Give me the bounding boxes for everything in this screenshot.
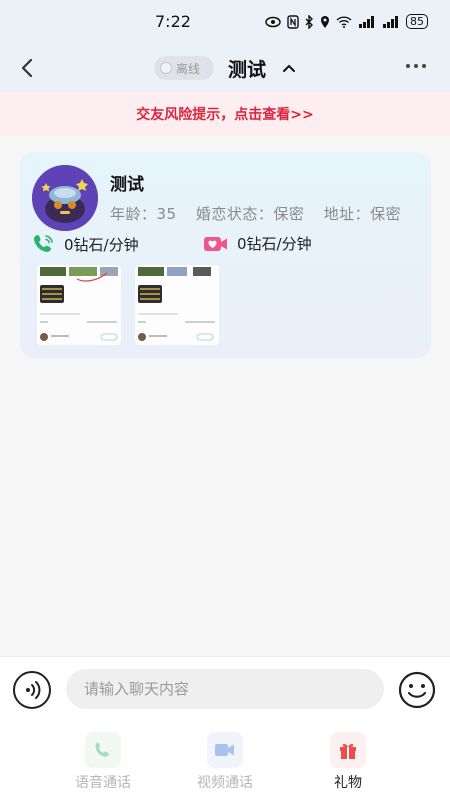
video-call-icon-box [207, 732, 243, 768]
location-icon [321, 15, 329, 28]
voice-call-label: 语音通话 [75, 775, 131, 791]
profile-card[interactable]: 测试 年龄：35 婚恋状态：保密 地址：保密 0钻石/分钟 0钻石/分钟 [20, 152, 431, 358]
eye-icon [265, 16, 281, 27]
gift-label: 礼物 [334, 775, 362, 791]
signal-icon [359, 15, 374, 28]
status-dot-icon [160, 62, 172, 74]
chat-input-bar [0, 656, 450, 722]
emoji-icon[interactable] [397, 670, 437, 710]
gift-icon-box [330, 732, 366, 768]
risk-warning-text: 交友风险提示，点击查看>> [136, 107, 314, 123]
gift-icon [340, 743, 356, 759]
more-dot-icon [422, 64, 426, 68]
phone-icon [95, 742, 109, 757]
photo-thumbnail-icon [37, 265, 121, 345]
video-rate: 0钻石/分钟 [203, 233, 312, 254]
profile-age: 年龄：35 [110, 205, 177, 223]
online-status-badge: 离线 [154, 56, 214, 80]
more-dot-icon [406, 64, 410, 68]
voice-call-button[interactable]: 语音通话 [63, 732, 143, 792]
profile-photo[interactable] [37, 265, 121, 345]
profile-name: 测试 [110, 175, 144, 195]
gift-button[interactable]: 礼物 [308, 732, 388, 792]
video-heart-icon [204, 236, 227, 251]
signal-icon [383, 15, 398, 28]
voice-call-icon-box [85, 732, 121, 768]
page-title[interactable]: 测试 [228, 55, 266, 82]
risk-warning-banner[interactable]: 交友风险提示，点击查看>> [0, 92, 450, 136]
phone-icon [34, 235, 53, 252]
profile-photo[interactable] [135, 265, 219, 345]
profile-marital-status: 婚恋状态：保密 [195, 205, 305, 223]
voice-rate: 0钻石/分钟 [32, 233, 139, 255]
status-bar: 7:22 85 [0, 0, 450, 44]
status-icons: 85 [265, 14, 428, 29]
voice-rate-text: 0钻石/分钟 [64, 235, 139, 254]
battery-indicator: 85 [406, 14, 428, 29]
profile-info: 年龄：35 婚恋状态：保密 地址：保密 [110, 203, 418, 224]
video-camera-icon [215, 744, 234, 756]
voice-wave-icon [26, 681, 41, 699]
chat-message-input[interactable] [66, 669, 384, 709]
video-call-button[interactable]: 视频通话 [185, 732, 265, 792]
chat-header: 离线 测试 [0, 44, 450, 92]
online-status-text: 离线 [176, 61, 201, 76]
video-call-label: 视频通话 [197, 775, 253, 791]
video-rate-text: 0钻石/分钟 [237, 235, 312, 253]
more-options-button[interactable] [406, 64, 430, 72]
photo-thumbnail-icon [135, 265, 219, 345]
chevron-up-icon[interactable] [282, 62, 296, 74]
chat-actions-bar: 语音通话 视频通话 礼物 [0, 722, 450, 800]
bluetooth-icon [305, 14, 313, 29]
avatar-image-icon [32, 165, 98, 231]
back-arrow-icon[interactable] [16, 56, 40, 80]
status-time: 7:22 [155, 12, 191, 31]
voice-input-toggle-button[interactable] [13, 671, 51, 709]
wifi-icon [336, 15, 352, 28]
nfc-icon [287, 14, 299, 29]
more-dot-icon [414, 64, 418, 68]
profile-address: 地址：保密 [323, 205, 402, 223]
avatar[interactable] [32, 165, 98, 231]
